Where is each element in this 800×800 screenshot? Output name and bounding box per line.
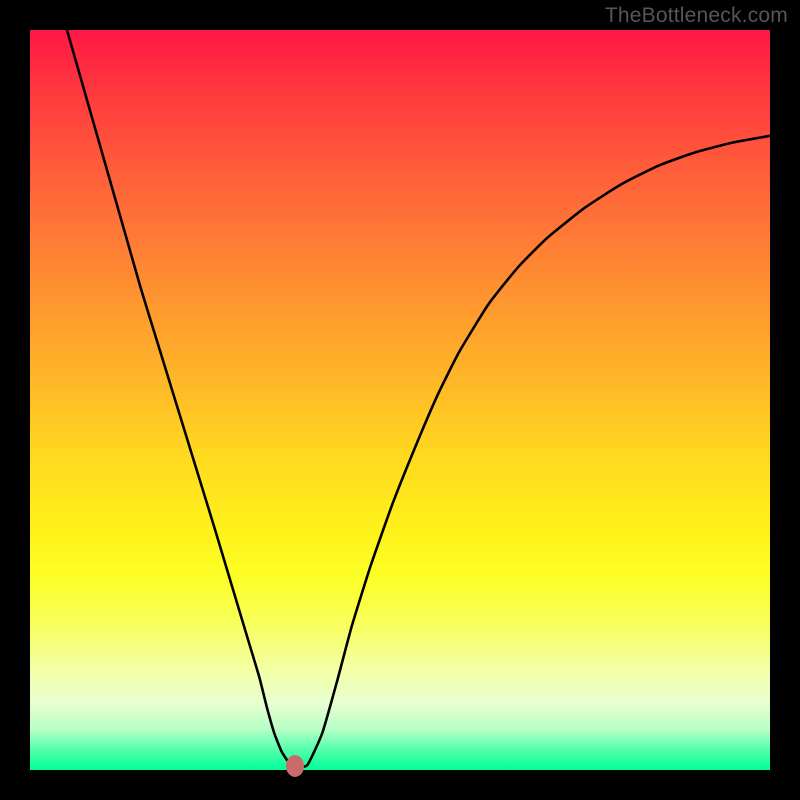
- chart-gradient-area: [30, 30, 770, 770]
- watermark-label: TheBottleneck.com: [605, 4, 788, 28]
